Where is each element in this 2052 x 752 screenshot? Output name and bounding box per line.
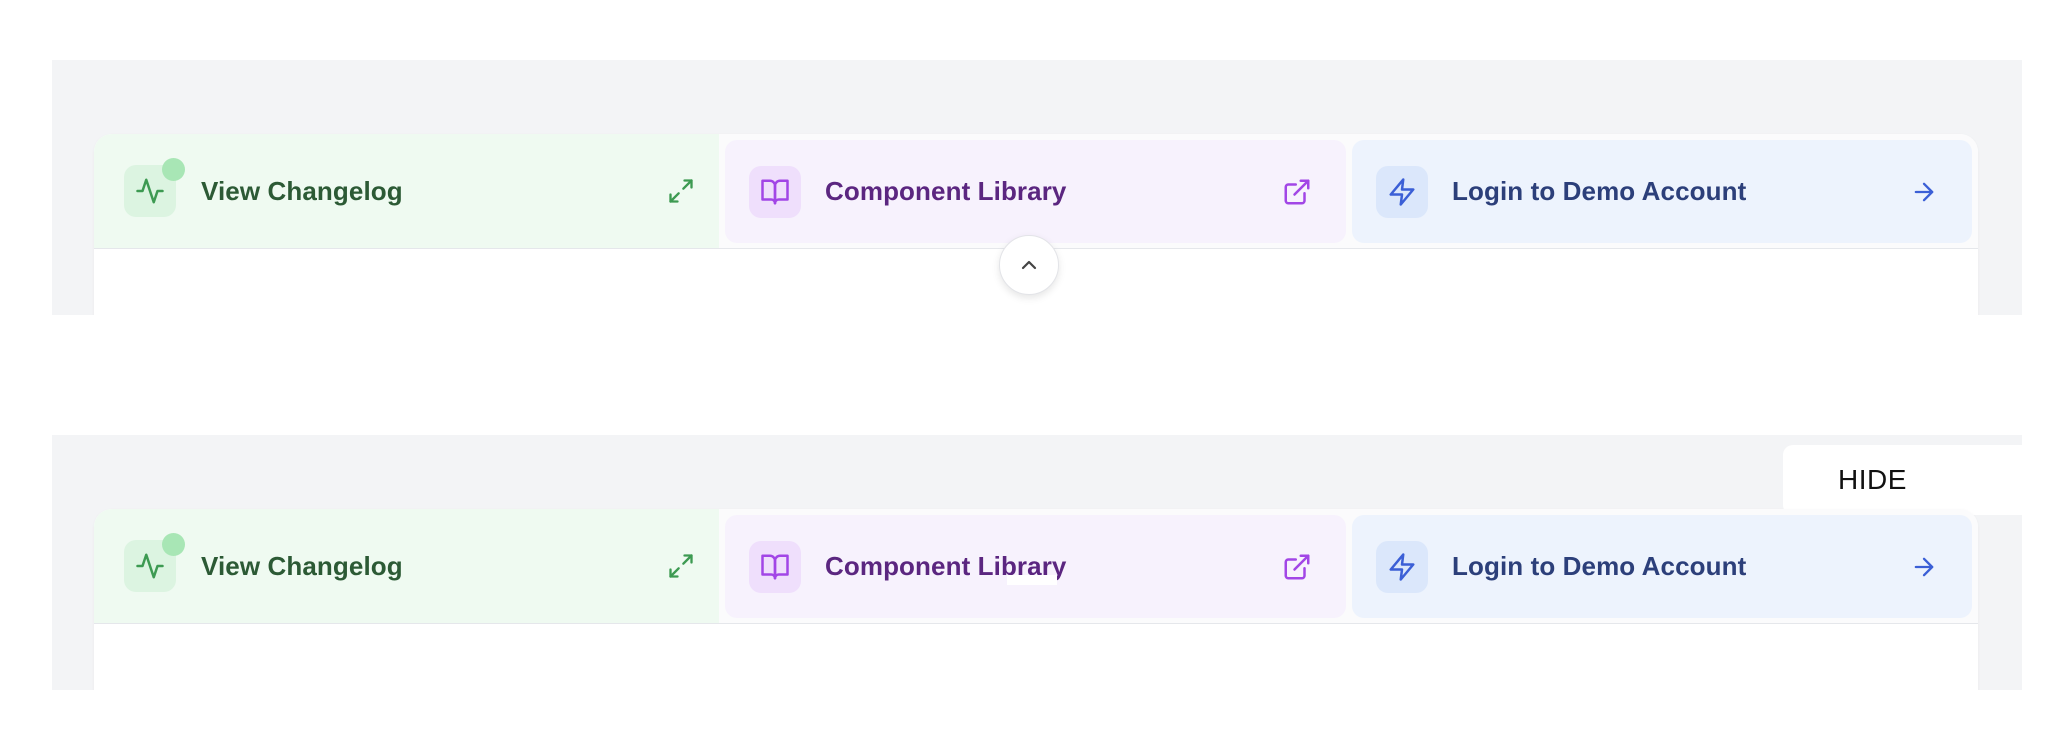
quick-links-panel-expanded: View Changelog Component Library Login t… (52, 60, 2022, 315)
book-open-icon (749, 540, 801, 593)
quick-links-bar: View Changelog Component Library Login t… (94, 134, 1978, 249)
book-open-icon (749, 165, 801, 218)
view-changelog-label: View Changelog (201, 176, 403, 206)
component-library-tile[interactable]: Component Library (725, 515, 1346, 618)
component-library-tile[interactable]: Component Library (725, 140, 1346, 243)
quick-links-card: View Changelog Component Library Login t… (94, 509, 1978, 690)
arrow-right-icon[interactable] (1907, 550, 1941, 584)
quick-links-bar: View Changelog Component Library Login t… (94, 509, 1978, 624)
quick-links-panel-hidden-state: HIDE View Changelog Component Library Lo… (52, 435, 2022, 690)
expand-icon[interactable] (664, 174, 698, 208)
hide-button[interactable]: HIDE (1783, 445, 2022, 515)
zap-icon (1376, 540, 1428, 593)
arrow-right-icon[interactable] (1907, 175, 1941, 209)
chevron-up-icon (1017, 253, 1041, 277)
view-changelog-tile[interactable]: View Changelog (94, 509, 719, 623)
notification-dot (162, 158, 185, 181)
collapse-button-placeholder (1007, 575, 1057, 585)
demo-login-label: Login to Demo Account (1452, 551, 1747, 581)
demo-login-label: Login to Demo Account (1452, 176, 1747, 206)
component-library-label: Component Library (825, 176, 1067, 206)
collapse-button[interactable] (999, 235, 1059, 295)
external-link-icon[interactable] (1280, 550, 1314, 584)
notification-dot (162, 533, 185, 556)
external-link-icon[interactable] (1280, 175, 1314, 209)
hide-button-label: HIDE (1838, 464, 1907, 495)
demo-login-tile[interactable]: Login to Demo Account (1352, 140, 1972, 243)
zap-icon (1376, 165, 1428, 218)
expand-icon[interactable] (664, 549, 698, 583)
view-changelog-label: View Changelog (201, 551, 403, 581)
view-changelog-tile[interactable]: View Changelog (94, 134, 719, 248)
demo-login-tile[interactable]: Login to Demo Account (1352, 515, 1972, 618)
